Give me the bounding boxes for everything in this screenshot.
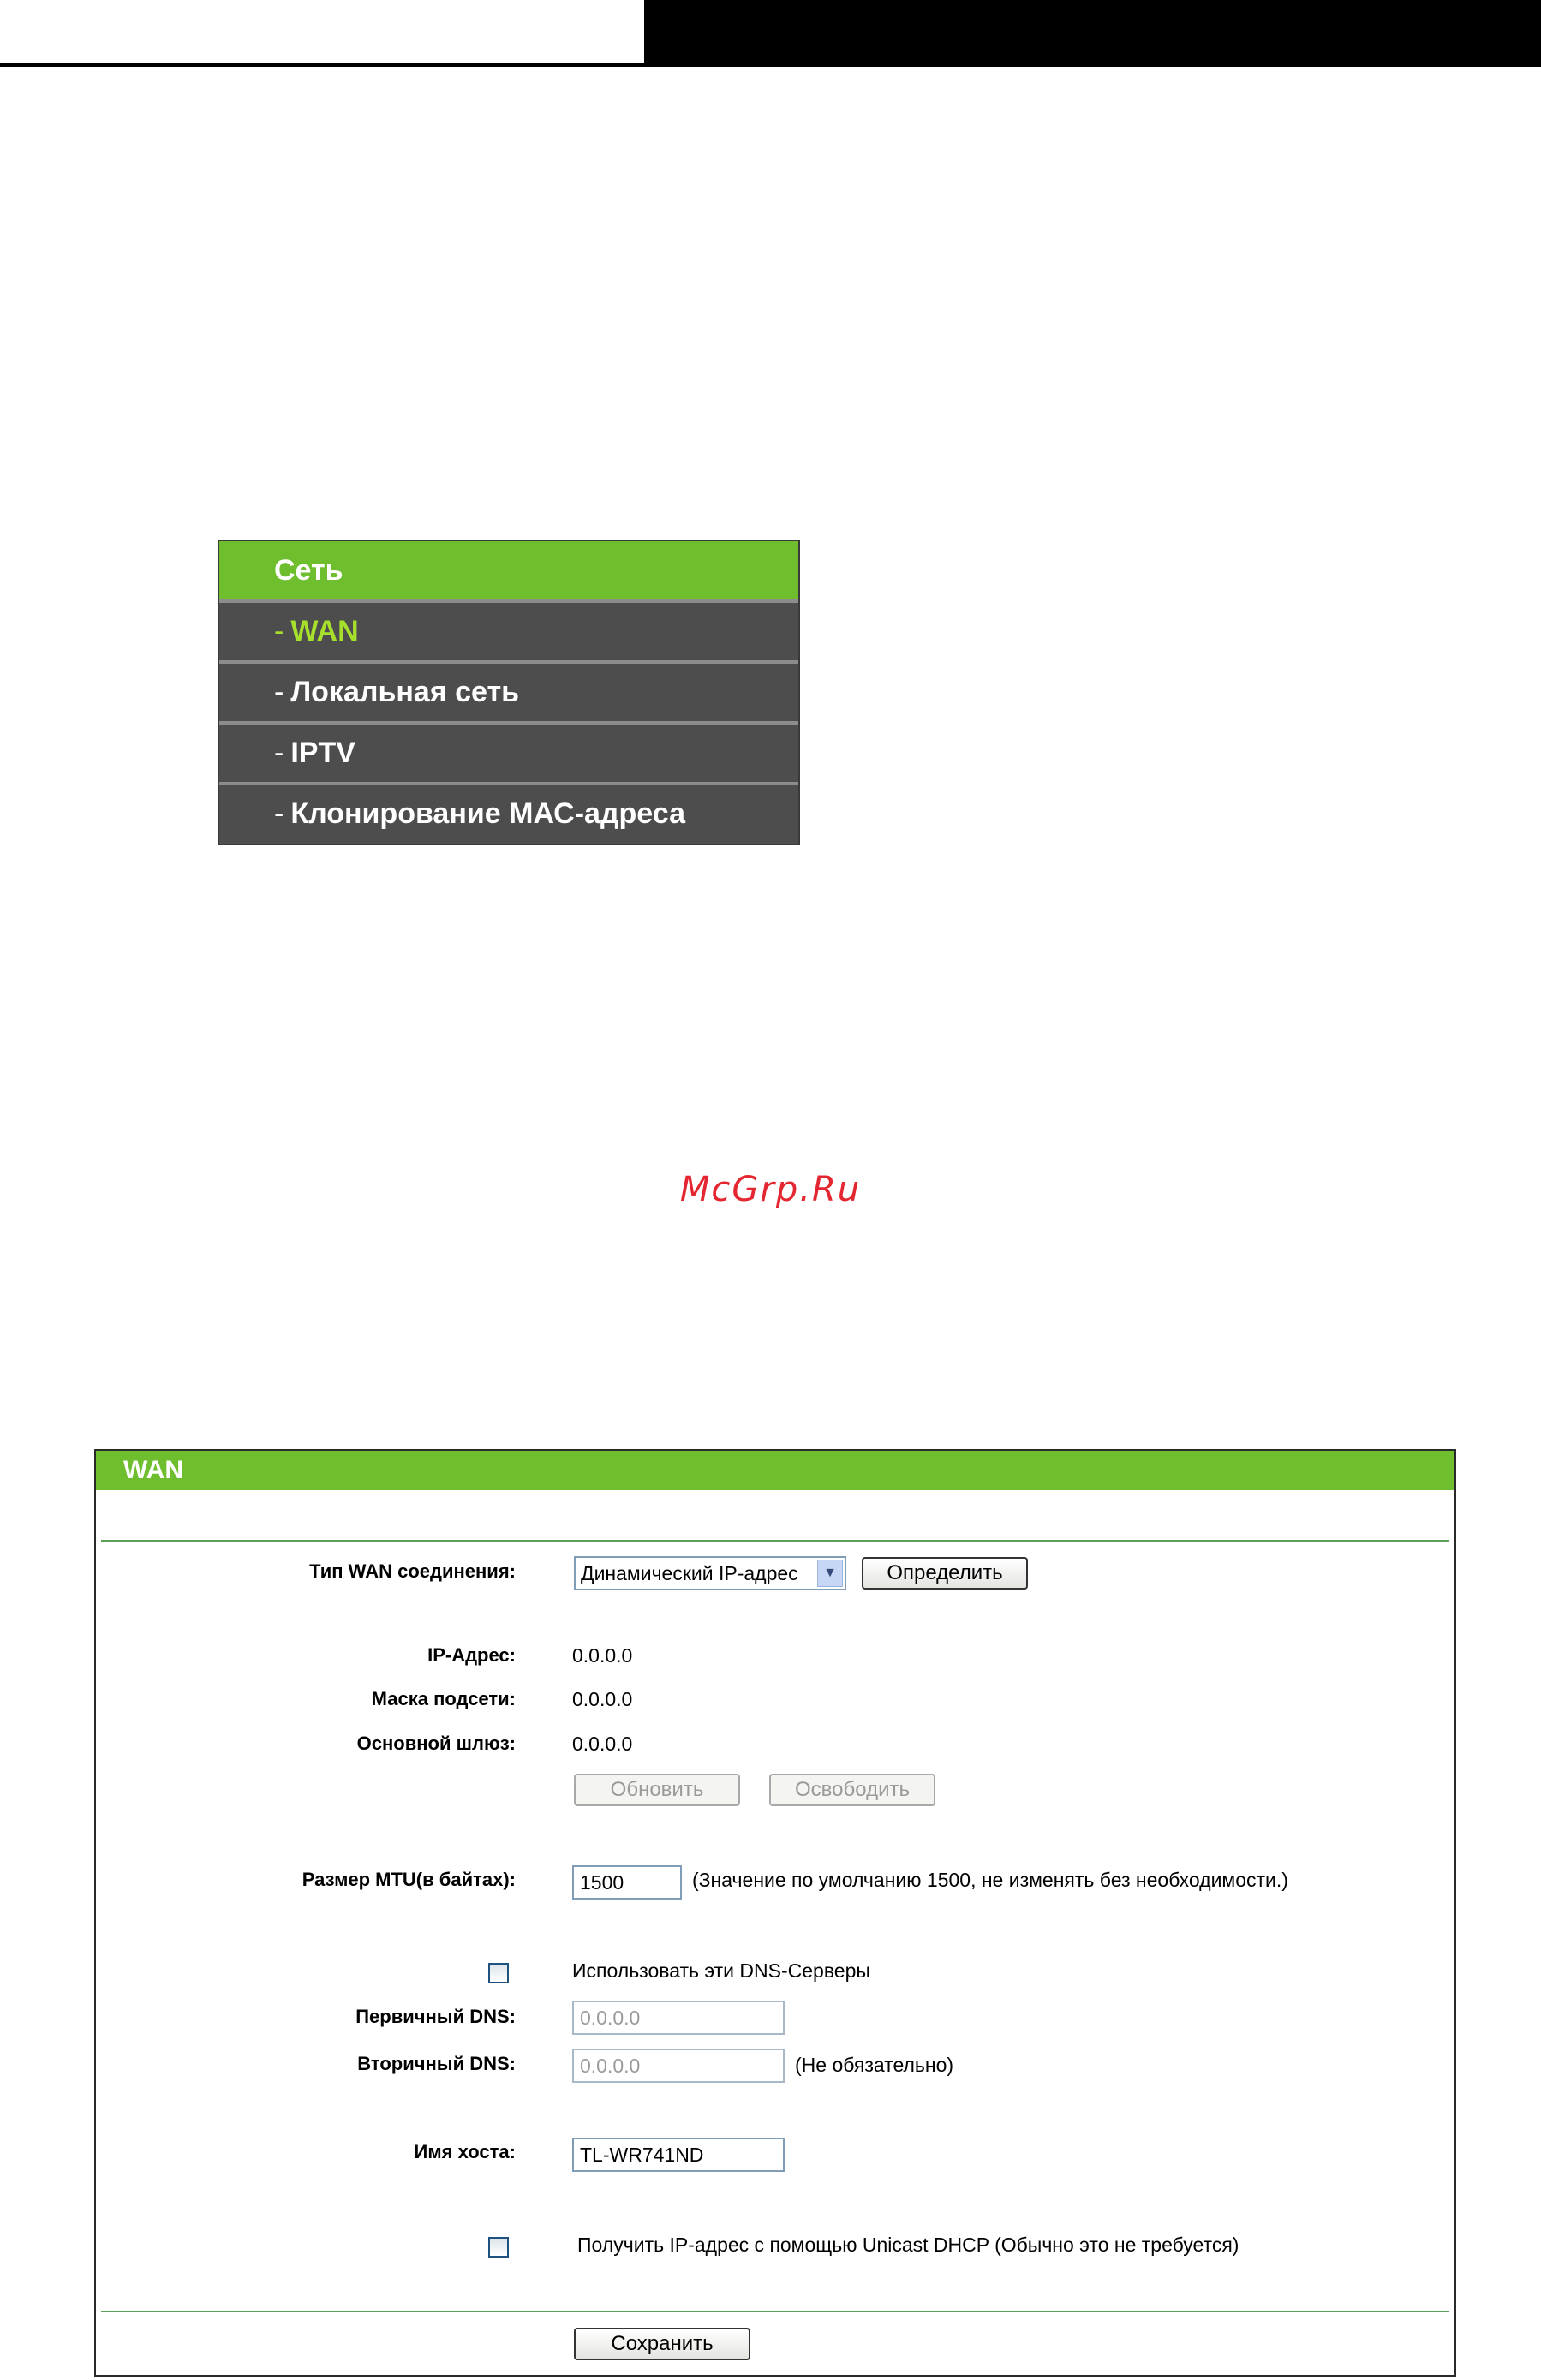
secondary-dns-label: Вторичный DNS: <box>357 2053 516 2074</box>
network-menu: Сеть - WAN - Локальная сеть - IPTV - Клониро… <box>218 540 800 845</box>
menu-item-iptv[interactable]: - IPTV <box>219 721 798 782</box>
save-button[interactable]: Сохранить <box>574 2328 750 2360</box>
menu-item-mac-clone[interactable]: - Клонирование МАС-адреса <box>219 782 798 843</box>
header-rule <box>0 63 644 67</box>
unicast-dhcp-label: Получить IP-адрес с помощью Unicast DHCP… <box>577 2234 1239 2256</box>
mask-value: 0.0.0.0 <box>572 1688 633 1710</box>
menu-dash: - <box>274 676 284 708</box>
menu-dash: - <box>274 615 284 647</box>
watermark: McGrp.Ru <box>679 1170 862 1209</box>
hostname-input[interactable]: TL-WR741ND <box>572 2138 785 2172</box>
top-divider <box>101 1540 1449 1542</box>
connection-type-label: Тип WAN соединения: <box>309 1560 516 1582</box>
menu-dash: - <box>274 797 284 830</box>
gateway-value: 0.0.0.0 <box>572 1733 633 1755</box>
use-dns-label: Использовать эти DNS-Серверы <box>572 1959 870 1982</box>
primary-dns-label: Первичный DNS: <box>355 2006 516 2027</box>
chevron-down-icon[interactable]: ▼ <box>817 1560 843 1587</box>
header-bar <box>644 0 1541 67</box>
menu-item-label: Локальная сеть <box>290 676 520 708</box>
menu-item-lan[interactable]: - Локальная сеть <box>219 660 798 721</box>
mtu-label: Размер MTU(в байтах): <box>302 1869 516 1890</box>
gateway-label: Основной шлюз: <box>356 1733 516 1754</box>
unicast-dhcp-checkbox[interactable] <box>488 2237 509 2258</box>
wan-settings-panel: WAN Тип WAN соединения: Динамический IP-… <box>94 1449 1456 2377</box>
menu-dash: - <box>274 737 284 769</box>
menu-header[interactable]: Сеть <box>219 541 798 599</box>
mask-label: Маска подсети: <box>371 1688 516 1709</box>
secondary-dns-note: (Не обязательно) <box>795 2054 954 2076</box>
menu-item-wan[interactable]: - WAN <box>219 599 798 660</box>
renew-button[interactable]: Обновить <box>574 1774 740 1806</box>
connection-type-select[interactable]: Динамический IP-адрес ▼ <box>574 1556 846 1590</box>
ip-value: 0.0.0.0 <box>572 1644 633 1667</box>
release-button[interactable]: Освободить <box>769 1774 935 1806</box>
detect-button[interactable]: Определить <box>862 1557 1028 1590</box>
connection-type-value: Динамический IP-адрес <box>581 1562 798 1584</box>
menu-item-label: IPTV <box>290 737 355 769</box>
mtu-note: (Значение по умолчанию 1500, не изменять… <box>692 1869 1288 1891</box>
ip-label: IP-Адрес: <box>427 1644 516 1666</box>
secondary-dns-input[interactable]: 0.0.0.0 <box>572 2049 785 2083</box>
primary-dns-input[interactable]: 0.0.0.0 <box>572 2001 785 2035</box>
bottom-divider <box>101 2311 1449 2312</box>
panel-title: WAN <box>96 1451 1454 1490</box>
mtu-input[interactable]: 1500 <box>572 1865 682 1900</box>
hostname-label: Имя хоста: <box>414 2141 516 2162</box>
menu-item-label: WAN <box>290 615 359 647</box>
menu-item-label: Клонирование МАС-адреса <box>290 797 685 830</box>
use-dns-checkbox[interactable] <box>488 1963 509 1983</box>
